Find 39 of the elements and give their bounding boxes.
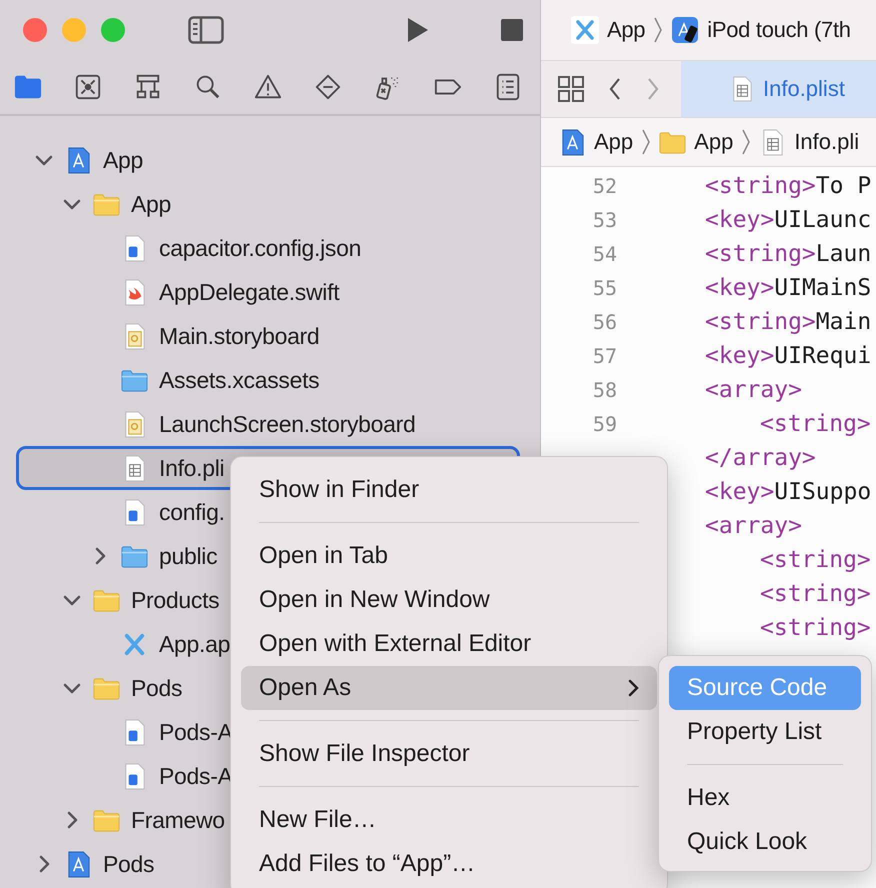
file-name: Main.storyboard — [159, 322, 320, 350]
code-line: <string> — [760, 581, 871, 607]
code-line: <key>UIMainS — [705, 275, 872, 301]
file-name: Framewo — [131, 806, 225, 834]
file-name: Products — [131, 586, 220, 614]
code-line: <key>UISuppo — [705, 479, 872, 505]
code-line: <string>To P — [705, 173, 872, 199]
code-line: <string> — [760, 615, 871, 641]
code-line: <array> — [705, 377, 802, 403]
file-name: App — [103, 146, 144, 174]
line-number: 58 — [592, 378, 617, 402]
line-number: 52 — [592, 174, 617, 198]
line-number: 59 — [592, 412, 617, 436]
file-name: Pods — [131, 674, 182, 702]
file-name: Pods — [103, 850, 154, 878]
file-name: config. — [159, 498, 225, 526]
file-name: App.ap — [159, 630, 230, 658]
file-name: LaunchScreen.storyboard — [159, 410, 416, 438]
code-line: <string> — [760, 411, 871, 437]
code-line: <key>UIRequi — [705, 343, 872, 369]
line-number: 57 — [592, 344, 617, 368]
file-name: AppDelegate.swift — [159, 278, 340, 306]
line-number: 54 — [592, 242, 617, 266]
code-line: <string>Main — [705, 309, 872, 335]
file-name: App — [131, 190, 172, 218]
code-line: <string> — [760, 547, 871, 573]
code-line: <key>UILaunc — [705, 207, 872, 233]
line-number: 53 — [592, 208, 617, 232]
file-name: Pods-A — [159, 762, 233, 790]
file-name: Pods-A — [159, 718, 233, 746]
line-number: 55 — [592, 276, 617, 300]
file-name: Assets.xcassets — [159, 366, 320, 394]
file-name: capacitor.config.json — [159, 234, 362, 262]
code-line: <array> — [705, 513, 802, 539]
code-line: </array> — [705, 445, 816, 471]
line-number: 56 — [592, 310, 617, 334]
file-name: public — [159, 542, 218, 570]
file-name: Info.pli — [159, 454, 224, 482]
code-line: <string>Laun — [705, 241, 872, 267]
